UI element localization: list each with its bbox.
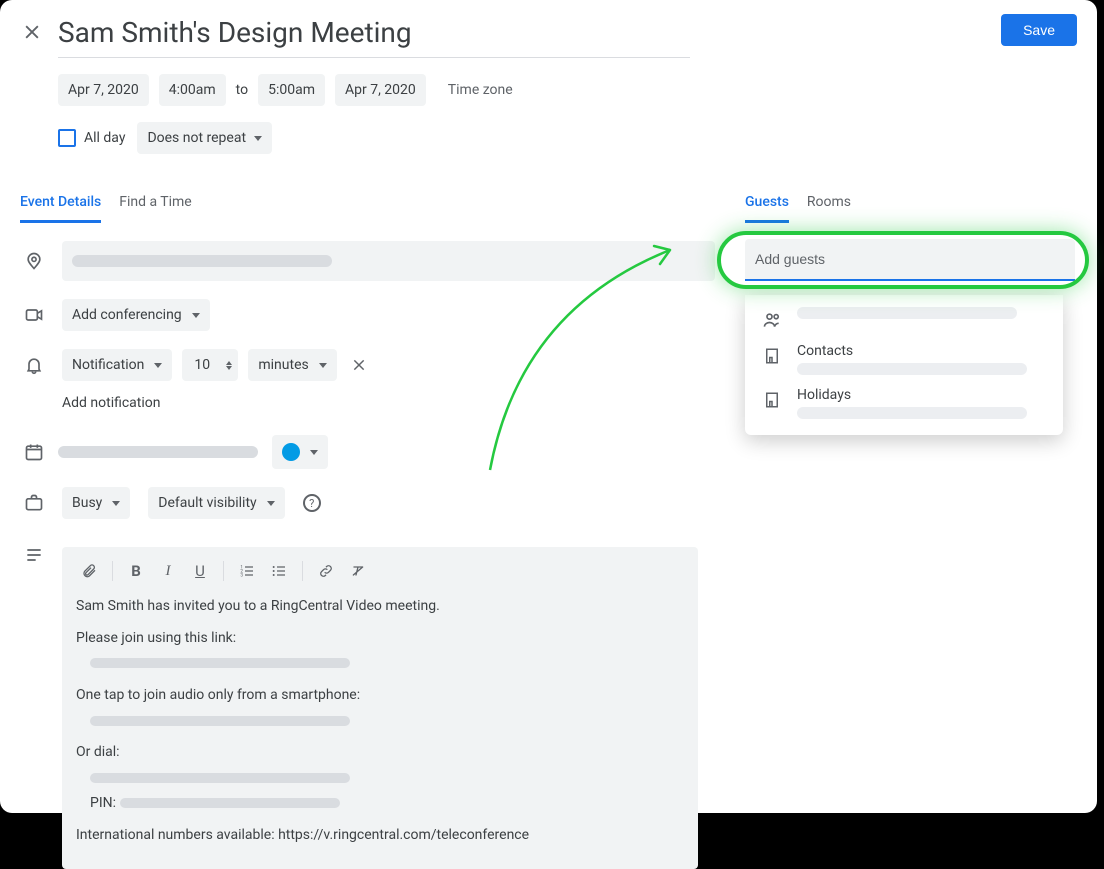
link-tool[interactable] — [311, 557, 341, 585]
start-time-chip[interactable]: 4:00am — [159, 74, 226, 106]
video-icon — [24, 305, 44, 325]
to-label: to — [236, 82, 248, 98]
help-icon[interactable]: ? — [303, 494, 321, 512]
description-area[interactable]: B I U 123 — [62, 547, 698, 869]
notification-unit-dropdown[interactable]: minutes — [248, 349, 336, 381]
event-editor-window: Sam Smith's Design Meeting Apr 7, 2020 4… — [0, 0, 1097, 813]
save-button[interactable]: Save — [1001, 14, 1077, 46]
chevron-down-icon — [112, 501, 120, 506]
room-icon — [761, 345, 783, 367]
color-dot-icon — [282, 443, 300, 461]
italic-tool[interactable]: I — [153, 557, 183, 585]
people-icon — [761, 309, 783, 331]
location-placeholder — [72, 255, 332, 267]
tab-guests[interactable]: Guests — [745, 194, 789, 223]
chevron-down-icon — [154, 363, 162, 368]
description-toolbar: B I U 123 — [62, 547, 698, 591]
clear-format-tool[interactable] — [343, 557, 373, 585]
desc-pin-label: PIN: — [90, 795, 116, 811]
suggestion-contacts[interactable]: Contacts — [745, 337, 1063, 381]
numbered-list-tool[interactable]: 123 — [232, 557, 262, 585]
suggestion-label: Holidays — [797, 387, 1047, 403]
remove-notification-button[interactable] — [347, 353, 371, 377]
room-icon — [761, 389, 783, 411]
timezone-button[interactable]: Time zone — [448, 82, 513, 98]
redacted-dial — [90, 773, 350, 783]
desc-intl: International numbers available: https:/… — [76, 826, 684, 846]
bullet-list-tool[interactable] — [264, 557, 294, 585]
end-date-chip[interactable]: Apr 7, 2020 — [335, 74, 426, 106]
description-icon — [24, 545, 44, 565]
underline-tool[interactable]: U — [185, 557, 215, 585]
description-textarea[interactable]: Sam Smith has invited you to a RingCentr… — [62, 591, 698, 845]
attachment-tool[interactable] — [74, 557, 104, 585]
allday-label: All day — [84, 130, 125, 146]
notification-type-dropdown[interactable]: Notification — [62, 349, 172, 381]
chevron-down-icon — [267, 501, 275, 506]
repeat-dropdown[interactable]: Does not repeat — [137, 122, 272, 154]
add-notification-button[interactable]: Add notification — [62, 395, 715, 411]
tab-event-details[interactable]: Event Details — [20, 194, 101, 223]
add-guests-input[interactable] — [745, 239, 1075, 281]
notification-icon — [24, 355, 44, 375]
suggestion-label: Contacts — [797, 343, 1047, 359]
redacted-link — [90, 658, 350, 668]
notification-number-input[interactable]: 10 — [182, 349, 238, 381]
suggestion-holidays[interactable]: Holidays — [745, 381, 1063, 425]
start-date-chip[interactable]: Apr 7, 2020 — [58, 74, 149, 106]
location-input[interactable] — [62, 241, 715, 281]
bold-tool[interactable]: B — [121, 557, 151, 585]
briefcase-icon — [24, 493, 44, 513]
location-icon — [24, 251, 44, 271]
desc-line-3: One tap to join audio only from a smartp… — [76, 686, 684, 706]
chevron-down-icon — [192, 313, 200, 318]
tab-rooms[interactable]: Rooms — [807, 194, 851, 223]
calendar-select[interactable] — [58, 446, 258, 458]
tab-find-a-time[interactable]: Find a Time — [119, 194, 192, 223]
add-conferencing-dropdown[interactable]: Add conferencing — [62, 299, 210, 331]
redacted-pin — [120, 798, 340, 808]
guest-suggestions-panel: Contacts Holidays — [745, 295, 1063, 435]
chevron-down-icon — [254, 136, 262, 141]
desc-line-2: Please join using this link: — [76, 629, 684, 649]
availability-dropdown[interactable]: Busy — [62, 487, 130, 519]
calendar-icon — [24, 442, 44, 462]
close-button[interactable] — [20, 20, 44, 44]
visibility-dropdown[interactable]: Default visibility — [148, 487, 284, 519]
allday-checkbox[interactable] — [58, 129, 76, 147]
desc-line-4: Or dial: — [76, 743, 684, 763]
suggestion-row[interactable] — [745, 301, 1063, 337]
chevron-down-icon — [319, 363, 327, 368]
chevron-down-icon — [310, 450, 318, 455]
number-spinner-icon[interactable] — [226, 361, 232, 370]
desc-line-1: Sam Smith has invited you to a RingCentr… — [76, 597, 684, 617]
end-time-chip[interactable]: 5:00am — [258, 74, 325, 106]
event-title-input[interactable]: Sam Smith's Design Meeting — [58, 12, 690, 58]
event-color-dropdown[interactable] — [272, 435, 328, 469]
svg-text:3: 3 — [240, 572, 243, 578]
redacted-number — [90, 716, 350, 726]
